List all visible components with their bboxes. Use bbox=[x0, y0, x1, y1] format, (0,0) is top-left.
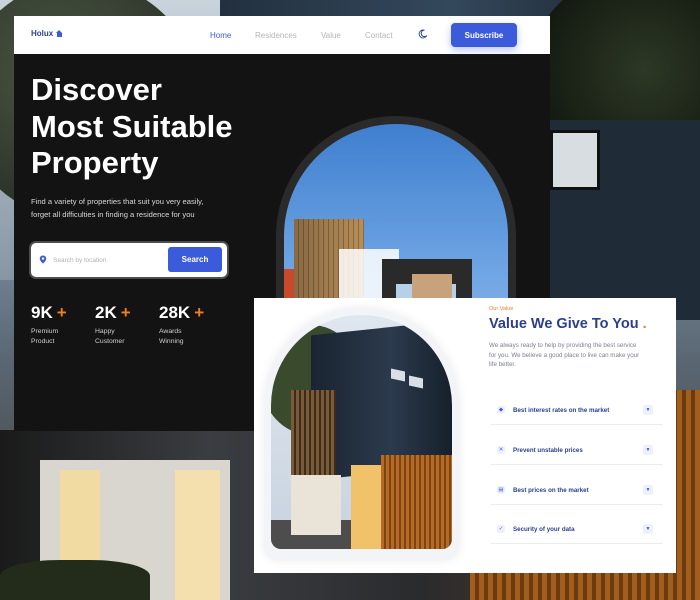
stat-label: Customer bbox=[95, 338, 125, 345]
accordion-item-label: Security of your data bbox=[513, 526, 575, 533]
accordion-item-label: Best prices on the market bbox=[513, 487, 589, 494]
stat-number: 2K bbox=[95, 303, 117, 322]
value-description-line: life better. bbox=[489, 361, 516, 369]
chevron-down-icon[interactable]: ▼ bbox=[643, 445, 653, 455]
value-building-image bbox=[271, 315, 452, 549]
accordion-item-best-prices[interactable]: ▤ Best prices on the market ▼ bbox=[491, 477, 663, 505]
value-description: We always ready to help by providing the… bbox=[489, 341, 669, 370]
hero-title-line: Property bbox=[31, 145, 159, 180]
hero-title-line: Discover bbox=[31, 72, 162, 107]
hero-title: Discover Most Suitable Property bbox=[31, 72, 291, 182]
stat-label: Premium bbox=[31, 328, 59, 335]
stat-label: Product bbox=[31, 338, 55, 345]
stat-happy-customer: 2K + Happy Customer bbox=[95, 303, 155, 347]
stat-label: Winning bbox=[159, 338, 184, 345]
accordion-item-security[interactable]: ✓ Security of your data ▼ bbox=[491, 516, 663, 544]
chevron-down-icon[interactable]: ▼ bbox=[643, 485, 653, 495]
hero-description-line: forget all difficulties in finding a res… bbox=[31, 209, 195, 219]
value-title: Value We Give To You . bbox=[489, 316, 647, 332]
chevron-down-icon[interactable]: ▼ bbox=[643, 524, 653, 534]
stat-label: Awards bbox=[159, 328, 182, 335]
close-square-icon: ✕ bbox=[497, 446, 505, 454]
search-button[interactable]: Search bbox=[168, 247, 222, 272]
accordion-item-interest-rates[interactable]: ◆ Best interest rates on the market ▼ bbox=[491, 397, 663, 425]
chevron-down-icon[interactable]: ▼ bbox=[643, 405, 653, 415]
stat-plus: + bbox=[56, 303, 67, 322]
shield-icon: ◆ bbox=[497, 406, 505, 414]
stat-number: 9K bbox=[31, 303, 53, 322]
stat-plus: + bbox=[194, 303, 205, 322]
logo[interactable]: Holux bbox=[31, 29, 63, 38]
logo-text: Holux bbox=[31, 29, 54, 38]
subscribe-button[interactable]: Subscribe bbox=[451, 23, 517, 47]
hero-description: Find a variety of properties that suit y… bbox=[31, 196, 271, 221]
location-pin-icon bbox=[39, 255, 47, 264]
nav-link-residences[interactable]: Residences bbox=[255, 31, 297, 40]
stat-label: Happy bbox=[95, 328, 115, 335]
search-bar: Search bbox=[31, 243, 227, 277]
value-description-line: for you. We believe a good place to live… bbox=[489, 351, 640, 359]
check-square-icon: ✓ bbox=[497, 525, 505, 533]
chart-icon: ▤ bbox=[497, 486, 505, 494]
search-input[interactable] bbox=[53, 252, 163, 268]
home-icon bbox=[56, 30, 63, 37]
nav-link-contact[interactable]: Contact bbox=[365, 31, 393, 40]
hero-title-line: Most Suitable bbox=[31, 108, 233, 144]
value-section: Our Value Value We Give To You . We alwa… bbox=[254, 298, 676, 573]
moon-icon[interactable] bbox=[418, 29, 428, 39]
nav-link-home[interactable]: Home bbox=[210, 31, 231, 40]
stat-premium-product: 9K + Premium Product bbox=[31, 303, 91, 347]
value-title-dot: . bbox=[642, 316, 647, 332]
accordion-item-unstable-prices[interactable]: ✕ Prevent unstable prices ▼ bbox=[491, 437, 663, 465]
hero-description-line: Find a variety of properties that suit y… bbox=[31, 197, 204, 206]
top-navbar: Holux Home Residences Value Contact Subs… bbox=[14, 16, 550, 54]
nav-link-value[interactable]: Value bbox=[321, 31, 341, 40]
value-description-line: We always ready to help by providing the… bbox=[489, 342, 637, 349]
value-eyebrow: Our Value bbox=[489, 306, 514, 312]
accordion-item-label: Prevent unstable prices bbox=[513, 447, 583, 454]
stat-number: 28K bbox=[159, 303, 191, 322]
stat-awards-winning: 28K + Awards Winning bbox=[159, 303, 219, 347]
value-title-text: Value We Give To You bbox=[489, 316, 639, 332]
stat-plus: + bbox=[120, 303, 131, 322]
accordion-item-label: Best interest rates on the market bbox=[513, 407, 610, 414]
